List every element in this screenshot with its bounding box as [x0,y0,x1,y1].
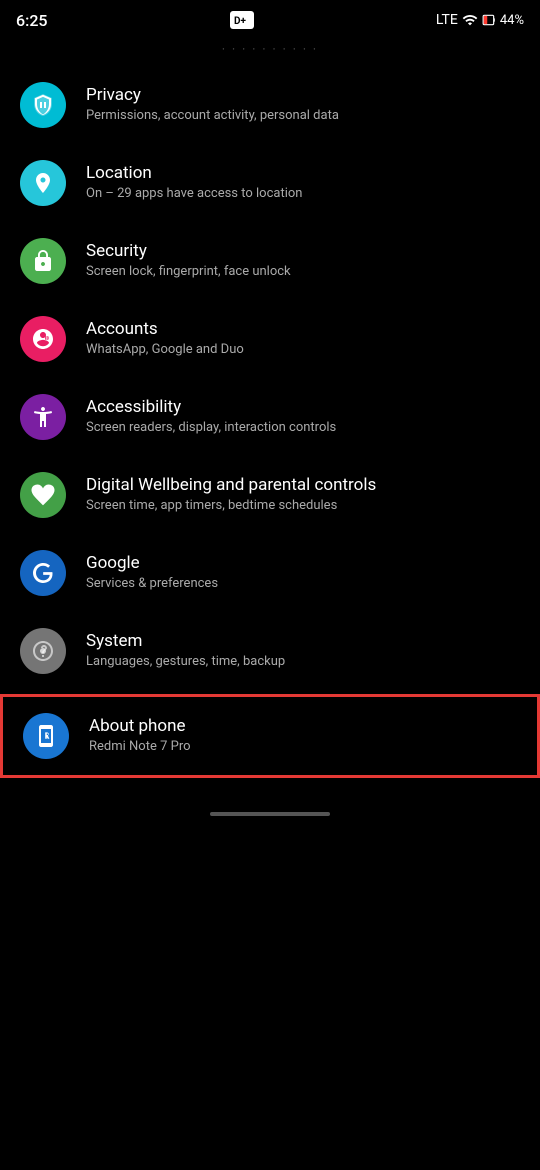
security-text: Security Screen lock, fingerprint, face … [86,241,520,281]
wellbeing-text: Digital Wellbeing and parental controls … [86,475,520,515]
privacy-icon-circle [20,82,66,128]
accounts-icon: ID [31,327,55,351]
system-title: System [86,631,520,651]
svg-text:ID: ID [46,336,51,342]
system-subtitle: Languages, gestures, time, backup [86,654,520,671]
security-title: Security [86,241,520,261]
settings-item-privacy[interactable]: Privacy Permissions, account activity, p… [0,66,540,144]
settings-item-google[interactable]: Google Services & preferences [0,534,540,612]
accessibility-title: Accessibility [86,397,520,417]
settings-item-accounts[interactable]: ID Accounts WhatsApp, Google and Duo [0,300,540,378]
google-subtitle: Services & preferences [86,576,520,593]
accounts-icon-circle: ID [20,316,66,362]
accessibility-icon [31,405,55,429]
privacy-subtitle: Permissions, account activity, personal … [86,108,520,125]
location-icon [31,171,55,195]
location-subtitle: On – 29 apps have access to location [86,186,520,203]
wellbeing-icon-circle [20,472,66,518]
lte-indicator: LTE [436,12,458,28]
wellbeing-subtitle: Screen time, app timers, bedtime schedul… [86,498,520,515]
settings-list: Privacy Permissions, account activity, p… [0,66,540,778]
google-title: Google [86,553,520,573]
accessibility-icon-circle [20,394,66,440]
status-time: 6:25 [16,11,48,30]
settings-item-about-phone[interactable]: About phone Redmi Note 7 Pro [0,694,540,778]
partial-text: · · · · · · · · · · [222,42,318,56]
location-title: Location [86,163,520,183]
location-text: Location On – 29 apps have access to loc… [86,163,520,203]
location-icon-circle [20,160,66,206]
security-icon-circle [20,238,66,284]
google-icon [31,561,55,585]
home-indicator [0,782,540,824]
settings-item-location[interactable]: Location On – 29 apps have access to loc… [0,144,540,222]
settings-item-digital-wellbeing[interactable]: Digital Wellbeing and parental controls … [0,456,540,534]
system-icon-circle [20,628,66,674]
security-icon [31,249,55,273]
system-icon [31,639,55,663]
system-text: System Languages, gestures, time, backup [86,631,520,671]
settings-item-system[interactable]: System Languages, gestures, time, backup [0,612,540,690]
security-subtitle: Screen lock, fingerprint, face unlock [86,264,520,281]
about-icon [34,724,58,748]
svg-text:D+: D+ [234,16,246,27]
accounts-text: Accounts WhatsApp, Google and Duo [86,319,520,359]
settings-item-security[interactable]: Security Screen lock, fingerprint, face … [0,222,540,300]
accounts-title: Accounts [86,319,520,339]
accessibility-text: Accessibility Screen readers, display, i… [86,397,520,437]
home-bar [210,812,330,816]
battery-percent: 44% [500,13,524,28]
wellbeing-title: Digital Wellbeing and parental controls [86,475,520,495]
accounts-subtitle: WhatsApp, Google and Duo [86,342,520,359]
privacy-title: Privacy [86,85,520,105]
privacy-text: Privacy Permissions, account activity, p… [86,85,520,125]
settings-item-accessibility[interactable]: Accessibility Screen readers, display, i… [0,378,540,456]
top-partial: · · · · · · · · · · [0,36,540,66]
accessibility-subtitle: Screen readers, display, interaction con… [86,420,520,437]
status-bar: 6:25 D+ LTE 44% [0,0,540,36]
status-icons: D+ [230,11,254,29]
wellbeing-icon [31,483,55,507]
signal-icon [462,12,478,28]
about-phone-text: About phone Redmi Note 7 Pro [89,716,517,756]
about-icon-circle [23,713,69,759]
privacy-icon [31,93,55,117]
status-right: LTE 44% [436,12,524,28]
google-icon-circle [20,550,66,596]
battery-icon [482,12,496,28]
about-phone-title: About phone [89,716,517,736]
disney-icon: D+ [230,11,254,29]
about-phone-subtitle: Redmi Note 7 Pro [89,739,517,756]
google-text: Google Services & preferences [86,553,520,593]
